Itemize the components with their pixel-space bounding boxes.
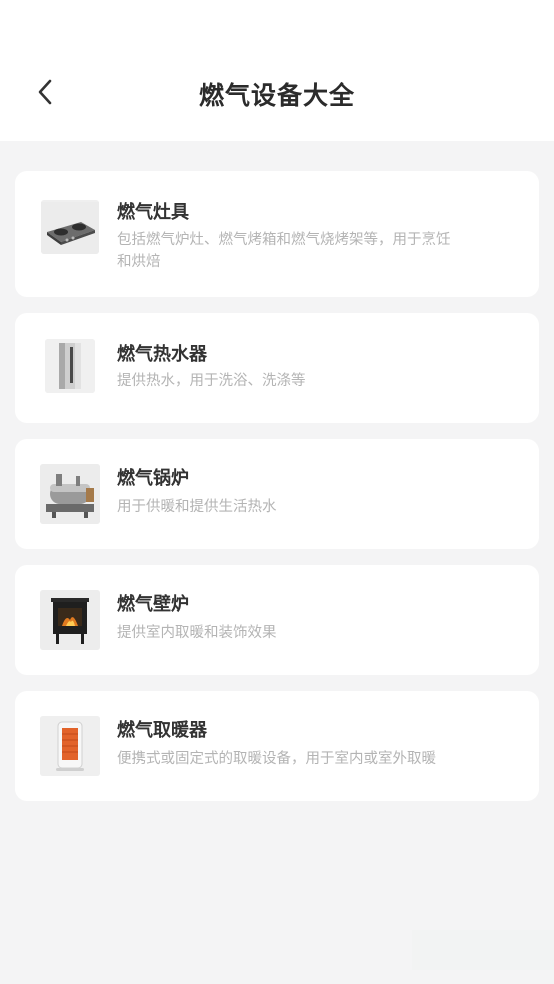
item-title: 燃气取暖器 xyxy=(117,720,207,741)
list-item-gas-water-heater[interactable]: 燃气热水器 提供热水，用于洗浴、洗涤等 xyxy=(15,313,539,423)
list-item-gas-stove[interactable]: 燃气灶具 包括燃气炉灶、燃气烤箱和燃气烧烤架等，用于烹饪和烘焙 xyxy=(15,171,539,297)
item-description: 提供室内取暖和装饰效果 xyxy=(117,625,277,641)
item-description: 包括燃气炉灶、燃气烤箱和燃气烧烤架等，用于烹饪和烘焙 xyxy=(117,232,451,270)
page-title: 燃气设备大全 xyxy=(198,81,355,110)
item-description: 便携式或固定式的取暖设备，用于室内或室外取暖 xyxy=(117,751,436,767)
top-nav-bar: 燃气设备大全 xyxy=(0,0,554,141)
gas-fireplace-image xyxy=(40,590,100,650)
bottom-overlay xyxy=(412,930,554,970)
list-item-gas-boiler[interactable]: 燃气锅炉 用于供暖和提供生活热水 xyxy=(15,439,539,549)
item-title: 燃气壁炉 xyxy=(117,594,189,615)
item-title: 燃气灶具 xyxy=(117,202,189,223)
list-item-gas-fireplace[interactable]: 燃气壁炉 提供室内取暖和装饰效果 xyxy=(15,565,539,675)
item-description: 提供热水，用于洗浴、洗涤等 xyxy=(117,373,306,389)
list-item-gas-heater[interactable]: 燃气取暖器 便携式或固定式的取暖设备，用于室内或室外取暖 xyxy=(15,691,539,801)
gas-boiler-image xyxy=(40,464,100,524)
gas-stove-image xyxy=(41,200,99,254)
gas-water-heater-image xyxy=(45,339,95,393)
item-title: 燃气热水器 xyxy=(117,344,207,365)
item-description: 用于供暖和提供生活热水 xyxy=(117,499,277,515)
gas-heater-image xyxy=(40,716,100,776)
item-title: 燃气锅炉 xyxy=(117,468,189,489)
